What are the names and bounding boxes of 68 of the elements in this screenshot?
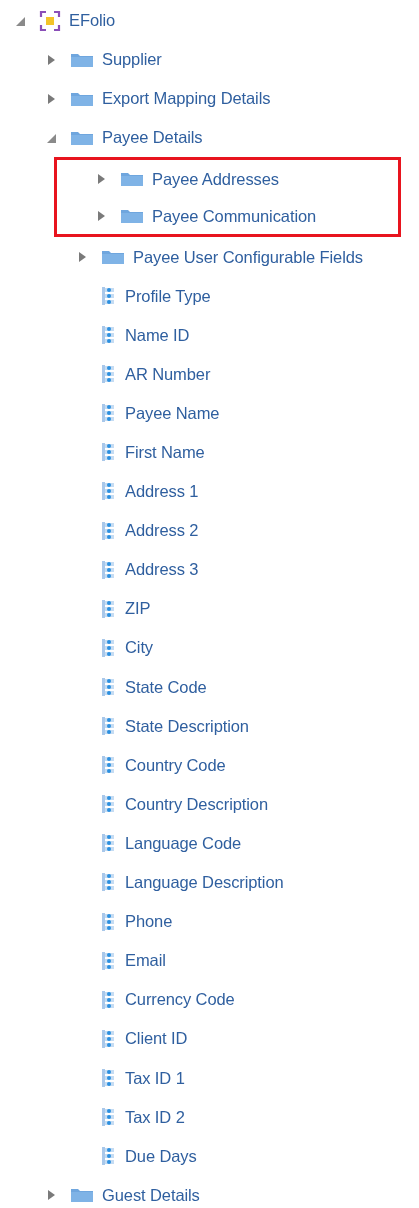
field-icon — [101, 598, 117, 619]
field-icon — [101, 364, 117, 385]
tree-item-label[interactable]: Payee Communication — [152, 203, 317, 229]
field-icon — [101, 794, 117, 815]
expand-arrow-icon[interactable] — [45, 53, 57, 66]
tree-item-label[interactable]: Email — [125, 948, 166, 973]
tree-item-label[interactable]: Profile Type — [125, 283, 211, 309]
tree-item-label[interactable]: Due Days — [125, 1143, 197, 1169]
tree-item-label[interactable]: Country Description — [125, 791, 268, 817]
tree-item-label[interactable]: Guest Details — [102, 1182, 200, 1208]
tree-item-label[interactable]: Payee Details — [102, 125, 203, 151]
folder-icon — [120, 207, 144, 224]
tree-item-label[interactable]: Payee Name — [125, 400, 220, 426]
root-node-icon — [39, 9, 61, 32]
tree-item-label[interactable]: First Name — [125, 440, 205, 465]
field-icon — [101, 676, 117, 697]
tree-item-label[interactable]: Payee Addresses — [152, 166, 279, 192]
folder-icon — [70, 90, 94, 107]
field-icon — [101, 911, 117, 932]
field-icon — [101, 872, 117, 893]
tree-item-label[interactable]: ZIP — [125, 596, 151, 622]
field-icon — [101, 716, 117, 737]
expand-arrow-icon[interactable] — [95, 209, 107, 222]
tree-item-label[interactable]: State Code — [125, 674, 207, 700]
field-icon — [101, 286, 117, 306]
tree-item-label[interactable]: Language Code — [125, 830, 242, 856]
expand-arrow-icon[interactable] — [95, 172, 107, 185]
folder-icon — [101, 248, 125, 265]
field-icon — [101, 950, 117, 971]
field-icon — [101, 1067, 117, 1088]
tree-item-label[interactable]: Name ID — [125, 322, 190, 348]
tree-item-label[interactable]: EFolio — [69, 8, 116, 33]
tree-item-label[interactable]: Client ID — [125, 1026, 188, 1052]
field-icon — [101, 1028, 117, 1049]
tree-item-label[interactable]: City — [125, 635, 154, 661]
field-icon — [101, 481, 117, 502]
tree-item-label[interactable]: Language Description — [125, 870, 284, 895]
tree-item-label[interactable]: Tax ID 1 — [125, 1065, 185, 1091]
folder-icon — [70, 51, 94, 68]
tree-item-label[interactable]: Currency Code — [125, 987, 235, 1013]
tree-item-label[interactable]: Payee User Configurable Fields — [133, 244, 363, 270]
tree-item-label[interactable]: State Description — [125, 713, 249, 739]
tree-item-label[interactable]: Supplier — [102, 47, 162, 72]
field-icon — [101, 1107, 117, 1127]
tree-item-label[interactable]: AR Number — [125, 361, 211, 387]
tree-item-label[interactable]: Phone — [125, 909, 173, 934]
tree-item-label[interactable]: Country Code — [125, 752, 226, 778]
field-icon — [101, 520, 117, 541]
field-icon — [101, 755, 117, 776]
field-icon — [101, 989, 117, 1010]
field-icon — [101, 442, 117, 463]
tree-item-label[interactable]: Export Mapping Details — [102, 86, 271, 112]
expand-arrow-icon[interactable] — [45, 1189, 57, 1202]
folder-icon — [70, 129, 94, 146]
field-icon — [101, 1146, 117, 1167]
tree-item-label[interactable]: Tax ID 2 — [125, 1104, 185, 1130]
field-icon — [101, 637, 117, 658]
tree-item-label[interactable]: Address 1 — [125, 479, 199, 504]
field-icon — [101, 403, 117, 424]
folder-icon — [70, 1187, 94, 1204]
expand-arrow-icon[interactable] — [45, 92, 57, 105]
field-icon — [101, 559, 117, 580]
field-icon — [101, 833, 117, 854]
tree-item-label[interactable]: Address 2 — [125, 518, 199, 543]
expand-arrow-icon[interactable] — [76, 250, 88, 263]
folder-icon — [120, 170, 144, 187]
tree-item-label[interactable]: Address 3 — [125, 557, 199, 583]
field-icon — [101, 325, 117, 346]
